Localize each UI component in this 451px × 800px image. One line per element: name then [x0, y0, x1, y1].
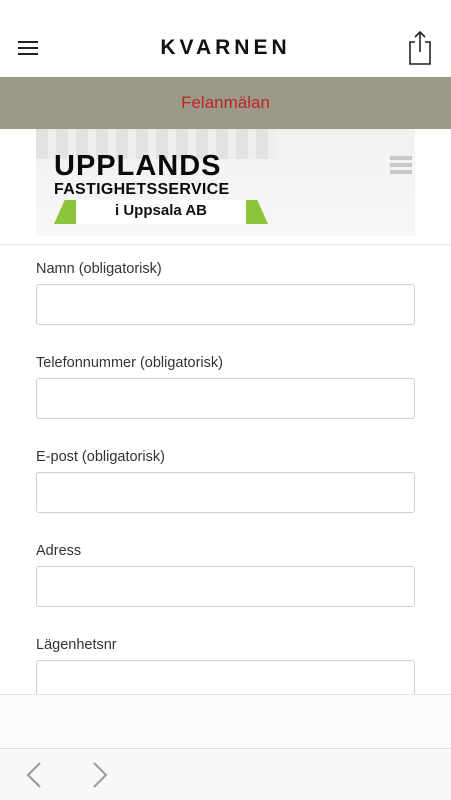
email-field: E-post (obligatorisk)	[36, 449, 415, 543]
bottom-toolbar-area	[0, 694, 451, 748]
apartment-label: Lägenhetsnr	[36, 637, 117, 653]
app-header: KVARNEN	[0, 0, 451, 77]
logo-line-3: i Uppsala AB	[76, 200, 246, 224]
name-label: Namn (obligatorisk)	[36, 261, 162, 277]
report-form: Namn (obligatorisk) Telefonnummer (oblig…	[36, 261, 415, 731]
page-banner: Felanmälan	[0, 77, 451, 129]
phone-field: Telefonnummer (obligatorisk)	[36, 355, 415, 449]
logo-bar: i Uppsala AB	[54, 200, 268, 224]
chevron-right-icon[interactable]	[86, 761, 112, 789]
phone-label: Telefonnummer (obligatorisk)	[36, 355, 223, 371]
email-input[interactable]	[36, 472, 415, 513]
name-input[interactable]	[36, 284, 415, 325]
address-label: Adress	[36, 543, 82, 559]
share-icon[interactable]	[406, 30, 434, 66]
company-logo[interactable]: UPPLANDS FASTIGHETSSERVICE i Uppsala AB	[54, 151, 268, 224]
site-menu-icon[interactable]	[390, 156, 412, 174]
logo-line-2: FASTIGHETSSERVICE	[54, 181, 230, 198]
divider	[0, 244, 451, 245]
browser-nav-bar	[0, 748, 451, 800]
email-label: E-post (obligatorisk)	[36, 449, 165, 465]
app-title: KVARNEN	[160, 36, 291, 59]
logo-line-1: UPPLANDS	[54, 150, 222, 182]
name-field: Namn (obligatorisk)	[36, 261, 415, 355]
phone-input[interactable]	[36, 378, 415, 419]
site-header: UPPLANDS FASTIGHETSSERVICE i Uppsala AB	[36, 129, 415, 236]
address-input[interactable]	[36, 566, 415, 607]
address-field: Adress	[36, 543, 415, 637]
chevron-left-icon[interactable]	[22, 761, 48, 789]
